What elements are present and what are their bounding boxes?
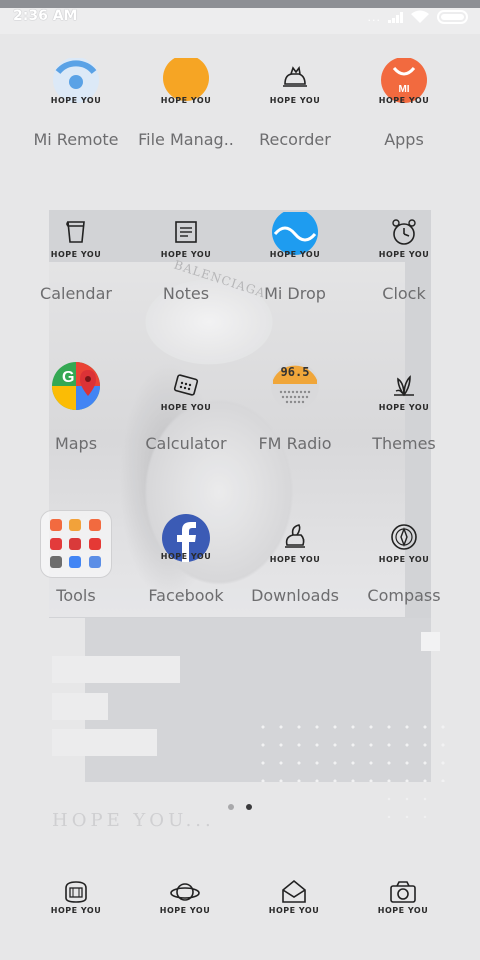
app-compass[interactable]: HOPE YOU Compass xyxy=(349,517,459,627)
hope-tag: HOPE YOU xyxy=(378,403,430,412)
wallpaper-hope-text: HOPE YOU... xyxy=(52,810,215,831)
dock-phone[interactable]: HOPE YOU xyxy=(46,874,106,920)
wallpaper-bar xyxy=(52,729,157,756)
fm-radio-icon: 96.5 xyxy=(271,362,319,410)
app-maps[interactable]: G Maps xyxy=(21,362,131,472)
notification-dots-icon: ... xyxy=(367,10,381,24)
hope-tag: HOPE YOU xyxy=(160,96,212,105)
app-label: Themes xyxy=(372,434,436,453)
svg-text:G: G xyxy=(62,369,74,386)
hope-tag: HOPE YOU xyxy=(50,906,102,915)
app-label: Compass xyxy=(367,586,441,605)
app-notes[interactable]: HOPE YOU Notes xyxy=(131,212,241,322)
page-indicator-dot[interactable] xyxy=(228,804,234,810)
tools-folder-grid xyxy=(50,519,104,571)
browser-planet-icon xyxy=(170,883,200,901)
folder-app-icon xyxy=(50,556,62,569)
folder-app-icon xyxy=(69,537,82,550)
camera-icon xyxy=(390,881,416,903)
hope-tag: HOPE YOU xyxy=(269,250,321,259)
hope-tag: HOPE YOU xyxy=(377,906,429,915)
hope-tag: HOPE YOU xyxy=(50,96,102,105)
hope-tag: HOPE YOU xyxy=(160,250,212,259)
app-downloads[interactable]: HOPE YOU Downloads xyxy=(240,517,350,627)
folder-app-icon xyxy=(88,537,101,550)
status-icons: ... xyxy=(367,10,468,24)
hope-tag: HOPE YOU xyxy=(268,906,320,915)
app-label: Clock xyxy=(382,284,426,303)
wallpaper-bar xyxy=(52,693,108,720)
app-fm-radio[interactable]: 96.5 FM Radio xyxy=(240,362,350,472)
fm-frequency: 96.5 xyxy=(280,365,310,379)
folder-app-icon xyxy=(88,556,101,569)
phone-icon xyxy=(65,881,87,903)
app-calculator[interactable]: HOPE YOU Calculator xyxy=(131,365,241,475)
signal-icon xyxy=(388,11,403,23)
hope-tag: HOPE YOU xyxy=(160,403,212,412)
app-clock[interactable]: HOPE YOU Clock xyxy=(349,212,459,322)
hope-tag: HOPE YOU xyxy=(50,250,102,259)
maps-icon: G xyxy=(52,362,100,410)
dock-camera[interactable]: HOPE YOU xyxy=(373,874,433,920)
wifi-icon xyxy=(411,10,429,23)
hope-tag: HOPE YOU xyxy=(159,906,211,915)
wallpaper-square xyxy=(421,632,440,651)
app-themes[interactable]: HOPE YOU Themes xyxy=(349,365,459,475)
dock-messages[interactable]: HOPE YOU xyxy=(264,874,324,920)
tools-folder-label: Tools xyxy=(56,586,96,605)
messages-envelope-icon xyxy=(282,879,306,903)
wallpaper-dot-grid xyxy=(254,718,454,782)
folder-app-icon xyxy=(50,519,62,531)
status-bar: 2:36 AM ... xyxy=(0,0,480,34)
app-facebook[interactable]: HOPE YOU Facebook xyxy=(131,514,241,624)
app-file-manager[interactable]: HOPE YOU File Manag.. xyxy=(131,55,241,168)
hope-tag: HOPE YOU xyxy=(269,96,321,105)
hope-tag: HOPE YOU xyxy=(378,555,430,564)
wallpaper-dot-grid xyxy=(380,790,440,818)
app-label: Apps xyxy=(384,130,424,149)
svg-text:MI: MI xyxy=(398,84,409,95)
folder-app-icon xyxy=(69,519,82,531)
folder-app-icon xyxy=(88,519,101,531)
folder-app-icon xyxy=(69,556,82,569)
wallpaper-bar xyxy=(52,656,180,683)
battery-icon xyxy=(437,10,468,24)
hope-tag: HOPE YOU xyxy=(378,250,430,259)
app-recorder[interactable]: HOPE YOU Recorder xyxy=(240,58,350,168)
status-time: 2:36 AM xyxy=(13,8,78,24)
app-calendar[interactable]: HOPE YOU Calendar xyxy=(21,212,131,322)
app-apps[interactable]: MI HOPE YOU Apps xyxy=(349,57,459,168)
app-mi-drop[interactable]: HOPE YOU Mi Drop xyxy=(240,209,350,322)
hope-tag: HOPE YOU xyxy=(378,96,430,105)
page-indicator-dot-active[interactable] xyxy=(246,804,252,810)
folder-app-icon xyxy=(50,537,62,550)
app-mi-remote[interactable]: HOPE YOU Mi Remote xyxy=(21,57,131,168)
dock-browser[interactable]: HOPE YOU xyxy=(155,874,215,920)
hope-tag: HOPE YOU xyxy=(269,555,321,564)
tools-folder[interactable] xyxy=(40,510,112,578)
hope-tag: HOPE YOU xyxy=(160,552,212,561)
